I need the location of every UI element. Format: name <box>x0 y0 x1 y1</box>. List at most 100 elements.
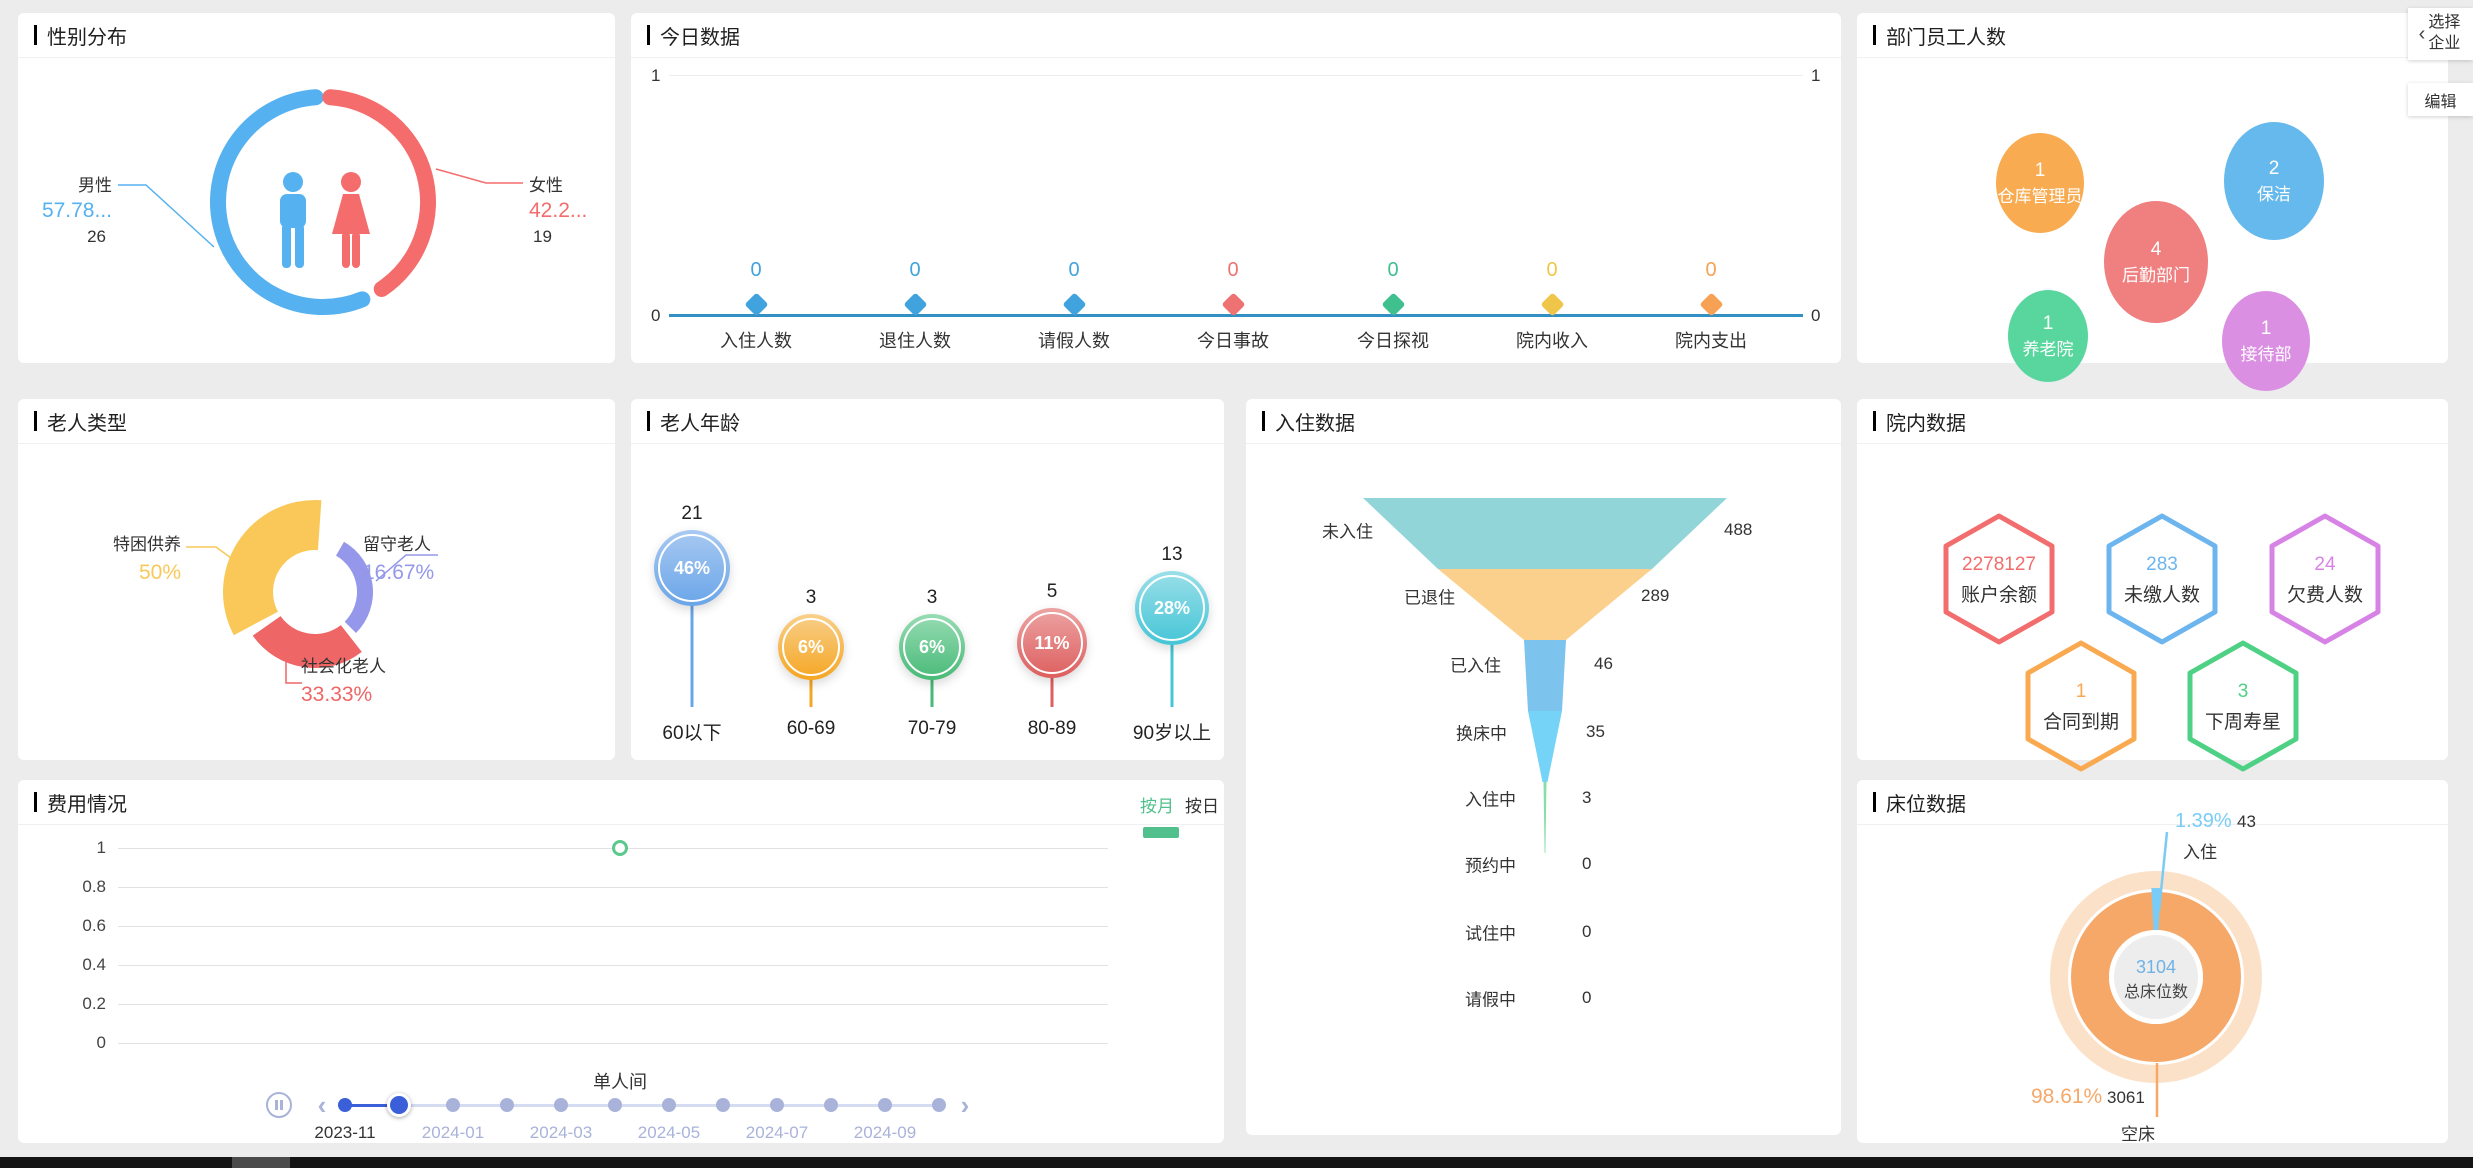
timeline-dot-2[interactable] <box>446 1098 460 1112</box>
timeline-dot-4[interactable] <box>554 1098 568 1112</box>
panel-departments: 部门员工人数 1仓库管理员2保洁4后勤部门1养老院1接待部 <box>1857 13 2448 363</box>
gender-male-labels: 男性 57.78... 26 <box>26 171 112 247</box>
today-category-label: 请假人数 <box>1038 327 1110 353</box>
beds-total: 3104 <box>2111 957 2201 978</box>
hex-label: 下周寿星 <box>2184 707 2302 734</box>
slice-label: 社会化老人 <box>301 652 451 677</box>
age-category-label: 60-69 <box>787 718 836 740</box>
timeline-label[interactable]: 2024-05 <box>638 1123 700 1143</box>
hex-label: 未缴人数 <box>2103 580 2221 607</box>
fee-ytick: 0.6 <box>82 916 106 936</box>
beds-empty-count: 3061 <box>2107 1088 2145 1108</box>
timeline-dot-11[interactable] <box>932 1098 946 1112</box>
tab-by-month[interactable]: 按月 <box>1140 792 1174 817</box>
slice-label: 特困供养 <box>46 530 181 555</box>
panel-departments-title: 部门员工人数 <box>1886 21 2006 50</box>
age-category-label: 80-89 <box>1028 718 1077 740</box>
tab-by-day[interactable]: 按日 <box>1185 792 1219 817</box>
facility-hex-stats: 2278127账户余额283未缴人数24欠费人数1合同到期3下周寿星 <box>1857 443 2448 760</box>
bubble-value: 1 <box>2261 318 2272 340</box>
diamond-marker-icon <box>1062 292 1086 316</box>
timeline-label[interactable]: 2024-03 <box>530 1123 592 1143</box>
panel-fees-header: 费用情况 按月 按日 <box>18 780 1224 825</box>
panel-checkin-header: 入住数据 <box>1246 399 1841 444</box>
hex-value: 1 <box>2022 681 2140 703</box>
collapse-icon[interactable]: ‹ <box>2419 23 2426 46</box>
bubble-label: 仓库管理员 <box>1998 182 2083 207</box>
today-value: 0 <box>1675 259 1747 282</box>
department-bubble-仓库管理员: 1仓库管理员 <box>1996 133 2084 233</box>
timeline-dot-3[interactable] <box>500 1098 514 1112</box>
timeline-label[interactable]: 2024-09 <box>854 1123 916 1143</box>
title-bar-decor <box>34 25 37 45</box>
female-count: 19 <box>529 227 619 247</box>
panel-elder-age: 老人年龄 46%2160以下6%360-696%370-7911%580-892… <box>631 399 1224 760</box>
panel-departments-header: 部门员工人数 <box>1857 13 2448 58</box>
female-percent: 42.2... <box>529 199 619 223</box>
pause-icon <box>275 1100 278 1110</box>
beds-empty-pct: 98.61% <box>2031 1085 2102 1109</box>
dashboard: 性别分布 男性 57.78... 26 女性 42.2... 19 今日数据 1… <box>0 0 2473 1168</box>
timeline-track[interactable] <box>345 1104 939 1107</box>
timeline-label[interactable]: 2023-11 <box>314 1123 375 1143</box>
diamond-marker-icon <box>1381 292 1405 316</box>
funnel-label-预约中: 预约中 <box>1465 852 1516 877</box>
legend-swatch[interactable] <box>1143 827 1179 838</box>
today-category-label: 入住人数 <box>720 327 792 353</box>
fee-ytick: 1 <box>97 838 106 858</box>
timeline-dot-8[interactable] <box>770 1098 784 1112</box>
fee-gridline <box>118 1004 1108 1005</box>
balloon-count: 3 <box>806 587 817 609</box>
fee-data-point <box>612 840 628 856</box>
timeline-pause-button[interactable] <box>266 1092 292 1118</box>
diamond-marker-icon <box>1221 292 1245 316</box>
timeline-dot-7[interactable] <box>716 1098 730 1112</box>
beds-occupied-pct: 1.39% <box>2175 810 2232 833</box>
panel-gender-title: 性别分布 <box>47 21 127 50</box>
select-enterprise-button[interactable]: ‹ 选择企业 <box>2408 8 2473 60</box>
today-item-院内支出: 0院内支出 <box>1675 259 1747 353</box>
slice-percent: 16.67% <box>363 561 503 585</box>
male-label: 男性 <box>26 171 112 196</box>
panel-fees-title: 费用情况 <box>47 788 127 817</box>
edit-button[interactable]: 编辑 <box>2408 83 2473 116</box>
title-bar-decor <box>1262 411 1265 431</box>
timeline-dot-5[interactable] <box>608 1098 622 1112</box>
panel-facility-title: 院内数据 <box>1886 407 1966 436</box>
bubble-label: 养老院 <box>2023 335 2074 360</box>
hex-stat-欠费人数: 24欠费人数 <box>2266 512 2384 646</box>
funnel-label-入住中: 入住中 <box>1465 786 1516 811</box>
today-category-label: 院内收入 <box>1516 327 1588 353</box>
timeline-dot-0[interactable] <box>338 1098 352 1112</box>
timeline-dot-9[interactable] <box>824 1098 838 1112</box>
today-value: 0 <box>1197 259 1269 282</box>
title-bar-decor <box>647 25 650 45</box>
diamond-marker-icon <box>903 292 927 316</box>
bubble-value: 2 <box>2269 158 2280 180</box>
hex-value: 3 <box>2184 681 2302 703</box>
title-bar-decor <box>34 792 37 812</box>
bubble-value: 1 <box>2043 313 2054 335</box>
today-item-院内收入: 0院内收入 <box>1516 259 1588 353</box>
beds-occupied-label: 入住 <box>2183 838 2217 863</box>
timeline-dot-10[interactable] <box>878 1098 892 1112</box>
funnel-tier-1 <box>1438 569 1652 640</box>
timeline-label[interactable]: 2024-01 <box>422 1123 484 1143</box>
age-category-label: 60以下 <box>662 718 721 745</box>
timeline-next-icon[interactable]: › <box>961 1092 970 1118</box>
today-ytick: 0 <box>651 306 660 326</box>
department-bubble-后勤部门: 4后勤部门 <box>2104 201 2208 323</box>
timeline-dot-6[interactable] <box>662 1098 676 1112</box>
timeline-dot-1[interactable] <box>387 1093 411 1117</box>
today-item-今日事故: 0今日事故 <box>1197 259 1269 353</box>
funnel-value: 0 <box>1582 854 1591 874</box>
today-item-退住人数: 0退住人数 <box>879 259 951 353</box>
timeline-label[interactable]: 2024-07 <box>746 1123 808 1143</box>
age-category-label: 90岁以上 <box>1133 718 1211 745</box>
department-bubble-chart: 1仓库管理员2保洁4后勤部门1养老院1接待部 <box>1857 57 2448 363</box>
timeline-prev-icon[interactable]: ‹ <box>318 1092 327 1118</box>
fee-gridline <box>118 926 1108 927</box>
diamond-marker-icon <box>1699 292 1723 316</box>
balloon-percent: 11% <box>1017 608 1087 678</box>
panel-facility: 院内数据 2278127账户余额283未缴人数24欠费人数1合同到期3下周寿星 <box>1857 399 2448 760</box>
